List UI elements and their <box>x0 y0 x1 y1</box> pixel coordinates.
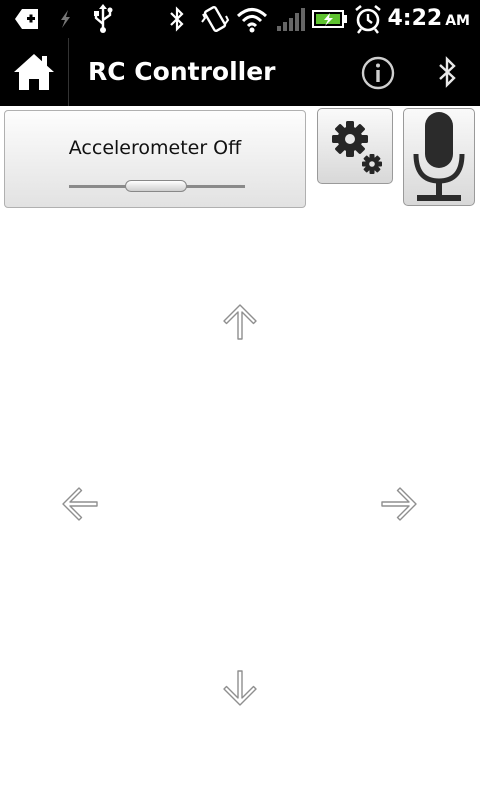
add-notification-icon <box>15 9 38 29</box>
accelerometer-toggle[interactable]: Accelerometer Off <box>4 110 306 208</box>
bluetooth-icon <box>170 6 184 32</box>
clock-ampm: AM <box>445 13 470 29</box>
home-icon <box>14 54 54 90</box>
app-title: RC Controller <box>88 57 276 86</box>
clock: 4:22 AM <box>387 6 470 31</box>
arrow-left-icon[interactable] <box>60 486 98 522</box>
action-bar: RC Controller <box>0 38 480 106</box>
wifi-icon <box>236 8 268 33</box>
accelerometer-slider-thumb[interactable] <box>125 180 187 192</box>
arrow-down-icon[interactable] <box>222 670 258 708</box>
status-bar: 4:22 AM <box>0 0 480 38</box>
settings-button[interactable] <box>317 108 393 184</box>
voice-button[interactable] <box>403 108 475 206</box>
accelerometer-label: Accelerometer Off <box>68 137 242 159</box>
lightning-icon <box>61 10 70 28</box>
clock-time: 4:22 <box>387 6 443 31</box>
info-icon[interactable] <box>360 55 396 91</box>
usb-icon <box>94 4 113 33</box>
home-button[interactable] <box>0 38 68 106</box>
alarm-icon <box>355 4 381 34</box>
arrow-up-icon[interactable] <box>222 302 258 340</box>
signal-icon <box>277 8 305 31</box>
vibrate-icon <box>201 6 230 32</box>
battery-charging-icon <box>312 10 347 28</box>
action-bar-divider <box>68 38 69 106</box>
microphone-icon <box>413 112 465 201</box>
gears-icon <box>332 121 382 174</box>
arrow-right-icon[interactable] <box>381 486 419 522</box>
bluetooth-icon[interactable] <box>434 55 460 89</box>
